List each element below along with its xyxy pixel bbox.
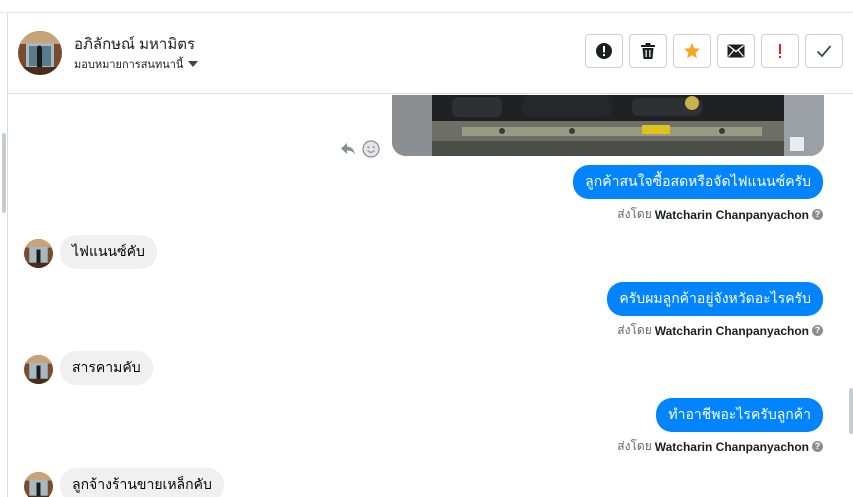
outgoing-message[interactable]: ทำอาชีพอะไรครับลูกค้า: [656, 398, 823, 432]
envelope-icon: [727, 44, 745, 58]
mark-unread-button[interactable]: [717, 34, 755, 68]
sent-by-prefix: ส่งโดย: [617, 439, 652, 453]
sender-name[interactable]: Watcharin Chanpanyachon: [655, 324, 809, 338]
avatar[interactable]: [24, 239, 53, 268]
conversation-actions: [585, 34, 843, 68]
mark-spam-button[interactable]: [585, 34, 623, 68]
outgoing-message[interactable]: ลูกค้าสนใจซื้อสดหรือจัดไฟแนนซ์ครับ: [573, 165, 823, 199]
sender-name[interactable]: Watcharin Chanpanyachon: [655, 440, 809, 454]
assign-label: มอบหมายการสนทนานี้: [74, 59, 184, 71]
sent-by-prefix: ส่งโดย: [617, 207, 652, 221]
conversation-list-edge: [0, 13, 8, 497]
scrollbar-left[interactable]: [2, 133, 6, 213]
sent-by-line: ส่งโดย Watcharin Chanpanyachon ?: [617, 437, 823, 456]
follow-up-button[interactable]: [673, 34, 711, 68]
chevron-down-icon: [188, 61, 199, 67]
outgoing-message[interactable]: ครับผมลูกค้าอยู่จังหวัดอะไรครับ: [607, 282, 823, 316]
help-icon[interactable]: ?: [812, 209, 823, 220]
message-tools: [340, 140, 380, 158]
exclamation-icon: [779, 44, 781, 58]
help-icon[interactable]: ?: [812, 441, 823, 452]
star-icon: [684, 43, 700, 59]
delete-button[interactable]: [629, 34, 667, 68]
incoming-message[interactable]: ไฟแนนซ์คับ: [60, 235, 157, 269]
check-icon: [816, 45, 832, 58]
scrollbar-right[interactable]: [849, 388, 853, 434]
avatar[interactable]: [24, 355, 53, 384]
reply-icon[interactable]: [340, 142, 356, 156]
conversation-header: อภิลักษณ์ มหามิตร มอบหมายการสนทนานี้: [8, 14, 853, 94]
contact-name: อภิลักษณ์ มหามิตร: [74, 36, 196, 53]
help-icon[interactable]: ?: [812, 325, 823, 336]
sender-name[interactable]: Watcharin Chanpanyachon: [655, 208, 809, 222]
assign-conversation-dropdown[interactable]: มอบหมายการสนทนานี้: [74, 55, 199, 73]
trash-icon: [641, 43, 655, 59]
sent-by-prefix: ส่งโดย: [617, 323, 652, 337]
incoming-message[interactable]: ลูกจ้างร้านขายเหล็กคับ: [60, 468, 224, 497]
avatar[interactable]: [18, 31, 62, 75]
emoji-reaction-icon[interactable]: [362, 140, 380, 158]
mark-important-button[interactable]: [761, 34, 799, 68]
mark-done-button[interactable]: [805, 34, 843, 68]
sent-by-line: ส่งโดย Watcharin Chanpanyachon ?: [617, 205, 823, 224]
avatar[interactable]: [24, 472, 53, 497]
top-strip: [0, 0, 853, 13]
sent-by-line: ส่งโดย Watcharin Chanpanyachon ?: [617, 321, 823, 340]
incoming-message[interactable]: สารคามคับ: [60, 351, 153, 385]
message-thread: ลูกค้าสนใจซื้อสดหรือจัดไฟแนนซ์ครับ ส่งโด…: [9, 95, 853, 497]
alert-circle-icon: [596, 43, 612, 59]
attached-photo[interactable]: [392, 95, 824, 156]
